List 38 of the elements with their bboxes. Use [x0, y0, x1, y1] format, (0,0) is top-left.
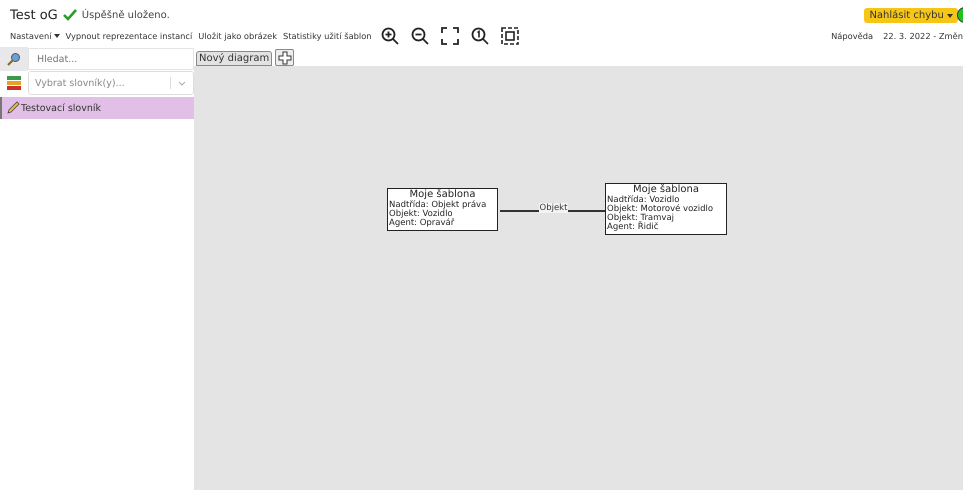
edge-label: Objekt — [538, 203, 568, 213]
zoom-reset-icon[interactable] — [470, 27, 489, 45]
caret-icon — [947, 14, 953, 18]
node-attribute: Nadtřída: Vozidlo — [607, 196, 680, 205]
fit-screen-icon[interactable] — [440, 27, 459, 45]
books-icon — [6, 75, 22, 91]
node-attribute: Agent: Řidič — [607, 223, 658, 232]
class-node[interactable]: Moje šablona Nadtřída: Vozidlo Objekt: Motorové vozidlo Objekt: Tramvaj Agent: Řidič — [605, 183, 727, 235]
app-title: Test oG — [10, 8, 58, 22]
save-status: Úspěšně uloženo. — [82, 10, 170, 20]
toolbar-item[interactable]: Statistiky užití šablon — [283, 31, 372, 41]
search-field[interactable]: Hledat... — [28, 48, 194, 70]
zoom-out-icon[interactable] — [410, 27, 429, 45]
settings-menu[interactable]: Nastavení — [10, 31, 60, 41]
node-attribute: Nadtřída: Objekt práva — [389, 201, 488, 210]
node-title: Moje šablona — [408, 189, 476, 200]
zoom-in-icon[interactable] — [380, 27, 399, 45]
plus-icon — [278, 50, 292, 64]
node-attribute: Agent: Opravář — [389, 219, 456, 228]
chevron-down-icon — [178, 80, 186, 86]
diagram-tab[interactable]: Nový diagram — [196, 51, 272, 66]
node-attribute: Objekt: Motorové vozidlo — [607, 205, 714, 214]
report-bug-button[interactable]: Nahlásit chybu — [864, 8, 958, 22]
search-icon — [7, 52, 21, 66]
caret-icon — [54, 34, 60, 38]
checkmark-icon — [62, 9, 77, 21]
node-title: Moje šablona — [632, 184, 700, 195]
toolbar-item[interactable]: Uložit jako obrázek — [198, 31, 278, 41]
help-link[interactable]: Nápověda — [831, 31, 874, 41]
add-tab-button[interactable] — [275, 49, 294, 66]
fit-selection-icon[interactable] — [500, 27, 519, 45]
pencil-icon — [6, 101, 20, 115]
node-attribute: Objekt: Vozidlo — [389, 210, 453, 219]
version-text: 22. 3. 2022 - Změn — [883, 31, 963, 41]
vocabulary-select[interactable]: Vybrat slovník(y)... — [28, 71, 194, 95]
vocabulary-item[interactable]: Testovací slovník — [0, 97, 194, 119]
toolbar-item[interactable]: Vypnout reprezentace instancí — [66, 31, 192, 41]
class-node[interactable]: Moje šablona Nadtřída: Objekt práva Objekt: Vozidlo Agent: Opravář — [387, 188, 498, 231]
